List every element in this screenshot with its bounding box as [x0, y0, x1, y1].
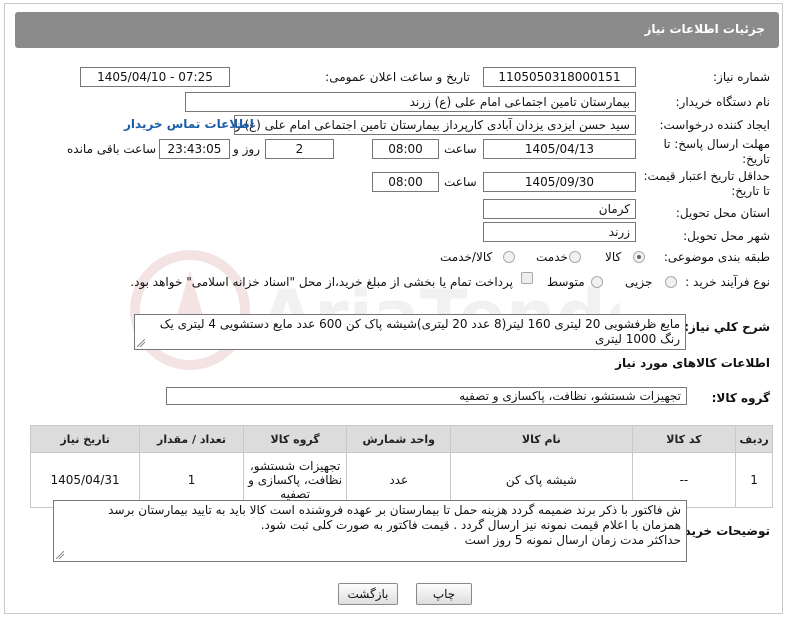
remaining-time-field: 23:43:05: [159, 139, 230, 159]
notes-line-1: ش فاکتور با ذکر برند ضمیمه گردد هزینه حم…: [108, 503, 681, 517]
city-label: شهر محل تحویل:: [683, 229, 770, 243]
remaining-label: ساعت باقی مانده: [67, 142, 157, 156]
panel-title: جزئیات اطلاعات نیاز: [644, 22, 765, 36]
notes-textarea[interactable]: ش فاکتور با ذکر برند ضمیمه گردد هزینه حم…: [53, 500, 687, 562]
col-name: نام کالا: [450, 425, 633, 453]
category-radio-goods[interactable]: [633, 251, 645, 263]
purchase-option-minor: جزیی: [625, 275, 653, 289]
treasury-checkbox[interactable]: [521, 272, 533, 284]
category-option-both: کالا/خدمت: [440, 250, 493, 264]
price-time-label: ساعت: [444, 175, 477, 189]
province-label: استان محل تحویل:: [675, 206, 770, 220]
summary-text: مایع ظرفشویی 20 لیتری 160 لیتر(8 عدد 20 …: [159, 317, 680, 346]
purchase-radio-minor[interactable]: [665, 276, 677, 288]
price-deadline-label-2: تا تاریخ:: [731, 184, 770, 198]
goods-table: ردیف کد کالا نام کالا واحد شمارش گروه کا…: [29, 425, 773, 508]
price-deadline-label: حداقل تاریخ اعتبار قیمت:: [643, 169, 770, 183]
summary-label: شرح کلي نياز:: [684, 320, 770, 334]
contact-info-link[interactable]: اطلاعات تماس خریدار: [124, 117, 254, 131]
province-field: کرمان: [483, 199, 636, 219]
reply-date-field: 1405/04/13: [483, 139, 636, 159]
purchase-radio-medium[interactable]: [591, 276, 603, 288]
category-option-service: خدمت: [536, 250, 568, 264]
summary-textarea[interactable]: مایع ظرفشویی 20 لیتری 160 لیتر(8 عدد 20 …: [134, 314, 686, 350]
creator-field: سید حسن ایزدی یزدان آبادی کارپرداز بیمار…: [234, 115, 636, 135]
col-qty: تعداد / مقدار: [139, 425, 244, 453]
panel-header: جزئیات اطلاعات نیاز: [15, 12, 779, 48]
goods-table-header: ردیف کد کالا نام کالا واحد شمارش گروه کا…: [29, 425, 773, 453]
category-radio-service[interactable]: [569, 251, 581, 263]
col-code: کد کالا: [631, 425, 737, 453]
notes-line-3: حداکثر مدت زمان ارسال نمونه 5 روز است: [464, 533, 681, 547]
category-label: طبقه بندی موضوعی:: [663, 250, 770, 264]
price-date-field: 1405/09/30: [483, 172, 636, 192]
reply-deadline-label: مهلت ارسال پاسخ: تا: [663, 137, 770, 151]
goods-group-label: گروه کالا:: [711, 391, 770, 405]
category-option-goods: کالا: [605, 250, 622, 264]
announce-label: تاریخ و ساعت اعلان عمومی:: [325, 70, 470, 84]
col-group: گروه کالا: [242, 425, 348, 453]
payment-note: پرداخت تمام یا بخشی از مبلغ خرید،از محل …: [130, 275, 513, 289]
reply-time-field: 08:00: [372, 139, 439, 159]
cell-group-line-1: تجهیزات شستشو،: [249, 459, 341, 473]
goods-group-field: تجهیزات شستشو، نظافت، پاکسازی و تصفیه: [166, 387, 687, 405]
reply-time-label: ساعت: [444, 142, 477, 156]
need-number-label: شماره نیاز:: [713, 70, 770, 84]
col-unit: واحد شمارش: [346, 425, 452, 453]
print-button[interactable]: چاپ: [416, 583, 472, 605]
category-radio-both[interactable]: [503, 251, 515, 263]
purchase-option-medium: متوسط: [547, 275, 585, 289]
price-time-field: 08:00: [372, 172, 439, 192]
cell-group-line-3: تصفیه: [280, 487, 311, 501]
days-label: روز و: [233, 142, 260, 156]
creator-label: ایجاد کننده درخواست:: [659, 118, 770, 132]
col-date: تاریخ نیاز: [29, 425, 141, 453]
buyer-org-label: نام دستگاه خریدار:: [675, 95, 771, 109]
resize-grip-icon[interactable]: [56, 551, 64, 559]
goods-section-title: اطلاعات کالاهای مورد نیاز: [615, 356, 770, 370]
col-row: ردیف: [735, 425, 773, 453]
reply-deadline-label-2: تاریخ:: [742, 152, 770, 166]
purchase-type-label: نوع فرآیند خرید :: [685, 275, 770, 289]
need-number-field: 1105050318000151: [483, 67, 636, 87]
cell-row: 1: [735, 452, 773, 508]
back-button[interactable]: بازگشت: [338, 583, 398, 605]
buyer-org-field: بیمارستان تامین اجتماعی امام علی (ع) زرن…: [185, 92, 636, 112]
cell-group-line-2: نظافت، پاکسازی و: [248, 473, 343, 487]
days-count-field: 2: [265, 139, 334, 159]
announce-field: 1405/04/10 - 07:25: [80, 67, 230, 87]
resize-grip-icon[interactable]: [137, 339, 145, 347]
city-field: زرند: [483, 222, 636, 242]
notes-line-2: همزمان با اعلام قیمت نمونه نیز ارسال گرد…: [260, 518, 681, 532]
